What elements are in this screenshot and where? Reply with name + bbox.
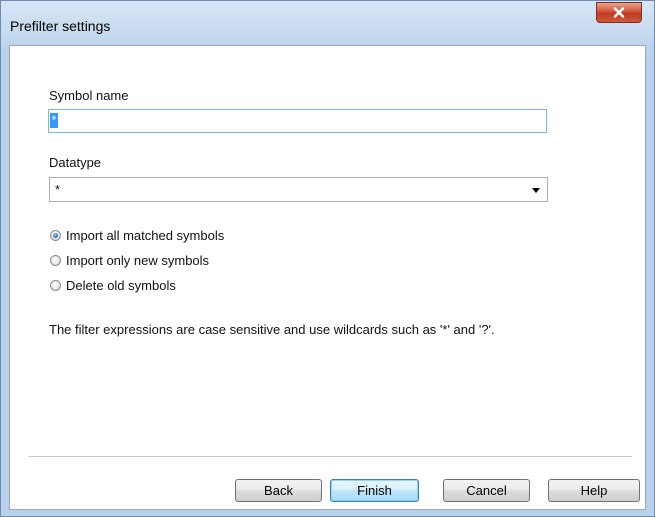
close-icon [613, 7, 625, 18]
radio-import-all[interactable]: Import all matched symbols [50, 227, 224, 244]
chevron-down-icon[interactable] [532, 188, 540, 193]
window-title: Prefilter settings [10, 18, 111, 34]
symbol-name-input[interactable]: * [48, 109, 547, 133]
cancel-button[interactable]: Cancel [443, 479, 530, 502]
filter-info-text: The filter expressions are case sensitiv… [49, 322, 495, 337]
close-button[interactable] [596, 2, 642, 23]
datatype-value: * [55, 182, 61, 197]
dialog-window: Prefilter settings Symbol name * Datatyp… [0, 0, 655, 517]
radio-button[interactable] [50, 255, 61, 266]
back-button[interactable]: Back [235, 479, 322, 502]
datatype-dropdown[interactable]: * [49, 177, 548, 202]
radio-delete-old[interactable]: Delete old symbols [50, 277, 176, 294]
help-button[interactable]: Help [548, 479, 640, 502]
symbol-name-label: Symbol name [49, 88, 129, 103]
radio-button-checked[interactable] [50, 230, 61, 241]
dialog-content: Symbol name * Datatype * Import all matc… [9, 45, 646, 510]
radio-import-new[interactable]: Import only new symbols [50, 252, 209, 269]
symbol-name-value: * [50, 113, 58, 128]
title-bar[interactable]: Prefilter settings [1, 1, 654, 45]
radio-button[interactable] [50, 280, 61, 291]
radio-import-all-label: Import all matched symbols [66, 228, 225, 243]
finish-button[interactable]: Finish [330, 479, 419, 502]
radio-delete-old-label: Delete old symbols [66, 278, 176, 293]
datatype-label: Datatype [49, 155, 102, 170]
footer-divider [28, 456, 632, 458]
radio-import-new-label: Import only new symbols [66, 253, 210, 268]
